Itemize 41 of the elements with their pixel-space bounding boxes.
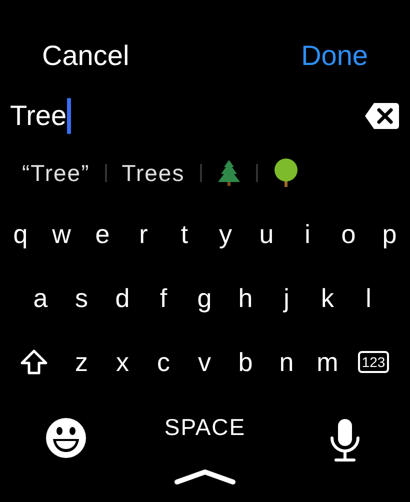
key[interactable]: w — [46, 217, 77, 251]
key[interactable]: o — [335, 217, 362, 251]
key[interactable]: d — [109, 281, 136, 315]
key[interactable]: i — [298, 217, 316, 251]
key[interactable]: h — [232, 281, 259, 315]
key[interactable]: l — [360, 281, 378, 315]
text-field-value: Tree — [10, 100, 67, 132]
key[interactable]: b — [232, 345, 259, 379]
microphone-icon[interactable] — [329, 418, 361, 462]
key[interactable]: m — [310, 345, 344, 379]
key[interactable]: g — [191, 281, 218, 315]
key[interactable]: s — [69, 281, 94, 315]
key[interactable]: t — [174, 217, 194, 251]
key[interactable]: r — [133, 217, 154, 251]
key[interactable]: a — [27, 281, 54, 315]
numbers-key[interactable]: 123 — [358, 351, 390, 373]
key[interactable]: k — [315, 281, 340, 315]
key[interactable]: f — [154, 281, 174, 315]
key[interactable]: y — [213, 217, 238, 251]
key[interactable]: e — [89, 217, 116, 251]
done-button[interactable]: Done — [301, 36, 368, 76]
key[interactable]: p — [376, 217, 403, 251]
pine-tree-icon[interactable] — [216, 159, 241, 187]
key[interactable]: q — [7, 217, 34, 251]
key[interactable]: c — [151, 345, 176, 379]
shift-icon[interactable] — [20, 349, 48, 375]
key[interactable]: j — [278, 281, 296, 315]
key[interactable]: z — [69, 345, 94, 379]
chevron-up-icon[interactable] — [174, 469, 236, 485]
cancel-button[interactable]: Cancel — [42, 36, 130, 76]
suggestion[interactable]: Trees — [122, 160, 185, 186]
key[interactable]: x — [110, 345, 135, 379]
suggestion[interactable]: “Tree” — [22, 160, 90, 186]
text-cursor — [66, 98, 71, 134]
key[interactable]: n — [273, 345, 300, 379]
delete-icon[interactable] — [364, 101, 400, 131]
key[interactable]: v — [192, 345, 217, 379]
space-key[interactable]: SPACE — [160, 414, 250, 441]
tree-icon[interactable] — [272, 158, 299, 188]
key[interactable]: u — [253, 217, 280, 251]
smiley-icon[interactable] — [45, 417, 87, 459]
